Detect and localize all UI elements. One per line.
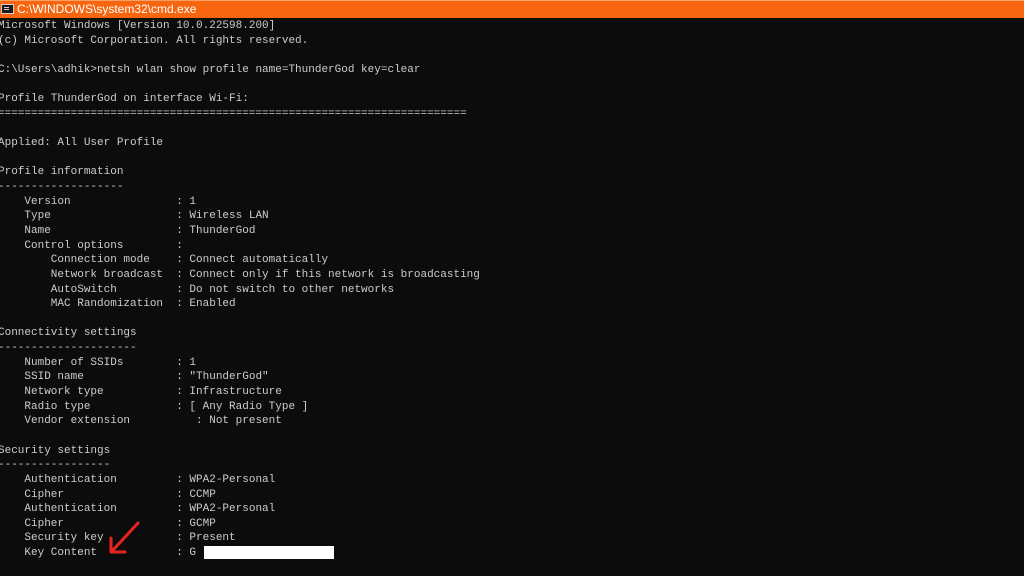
console-line: Profile information — [0, 166, 124, 179]
console-line: Version : 1 — [0, 195, 197, 208]
cmd-icon — [1, 4, 14, 14]
console-line: Vendor extension : Not present — [0, 415, 282, 428]
console-line: ========================================… — [0, 107, 467, 120]
console-line: Profile ThunderGod on interface Wi-Fi: — [0, 93, 249, 106]
console-line: Authentication : WPA2-Personal — [0, 503, 276, 516]
redaction-box — [204, 546, 334, 559]
console-line: Applied: All User Profile — [0, 137, 164, 150]
console-line: C:\Users\adhik>netsh wlan show profile n… — [0, 63, 421, 76]
console-line: MAC Randomization : Enabled — [0, 298, 236, 311]
console-line: AutoSwitch : Do not switch to other netw… — [0, 283, 395, 296]
console-line: Name : ThunderGod — [0, 224, 256, 237]
console-line: Cipher : GCMP — [0, 517, 216, 530]
window-titlebar[interactable]: C:\WINDOWS\system32\cmd.exe — [0, 0, 1024, 18]
console-line: --------------------- — [0, 342, 137, 355]
console-line: Key Content : G — [0, 547, 197, 560]
console-line: Network type : Infrastructure — [0, 386, 282, 399]
window-title: C:\WINDOWS\system32\cmd.exe — [17, 2, 197, 16]
console-line: SSID name : "ThunderGod" — [0, 371, 269, 384]
console-line: Microsoft Windows [Version 10.0.22598.20… — [0, 20, 276, 32]
console-line: Control options : — [0, 239, 183, 252]
console-line: Number of SSIDs : 1 — [0, 356, 197, 369]
console-line: Connection mode : Connect automatically — [0, 254, 329, 267]
red-arrow-icon — [109, 521, 140, 554]
console-line: Radio type : [ Any Radio Type ] — [0, 400, 309, 413]
console-line: (c) Microsoft Corporation. All rights re… — [0, 34, 309, 47]
console-line: ------------------- — [0, 181, 124, 194]
console-line: Security settings — [0, 444, 111, 457]
console-line: Authentication : WPA2-Personal — [0, 473, 276, 486]
console-line: Security key : Present — [0, 532, 236, 545]
console-line: Connectivity settings — [0, 327, 137, 340]
console-line: Network broadcast : Connect only if this… — [0, 268, 480, 281]
console-line: Type : Wireless LAN — [0, 210, 269, 223]
console-output[interactable]: Microsoft Windows [Version 10.0.22598.20… — [0, 19, 1024, 576]
console-line: ----------------- — [0, 459, 111, 472]
console-line: Cipher : CCMP — [0, 488, 216, 501]
